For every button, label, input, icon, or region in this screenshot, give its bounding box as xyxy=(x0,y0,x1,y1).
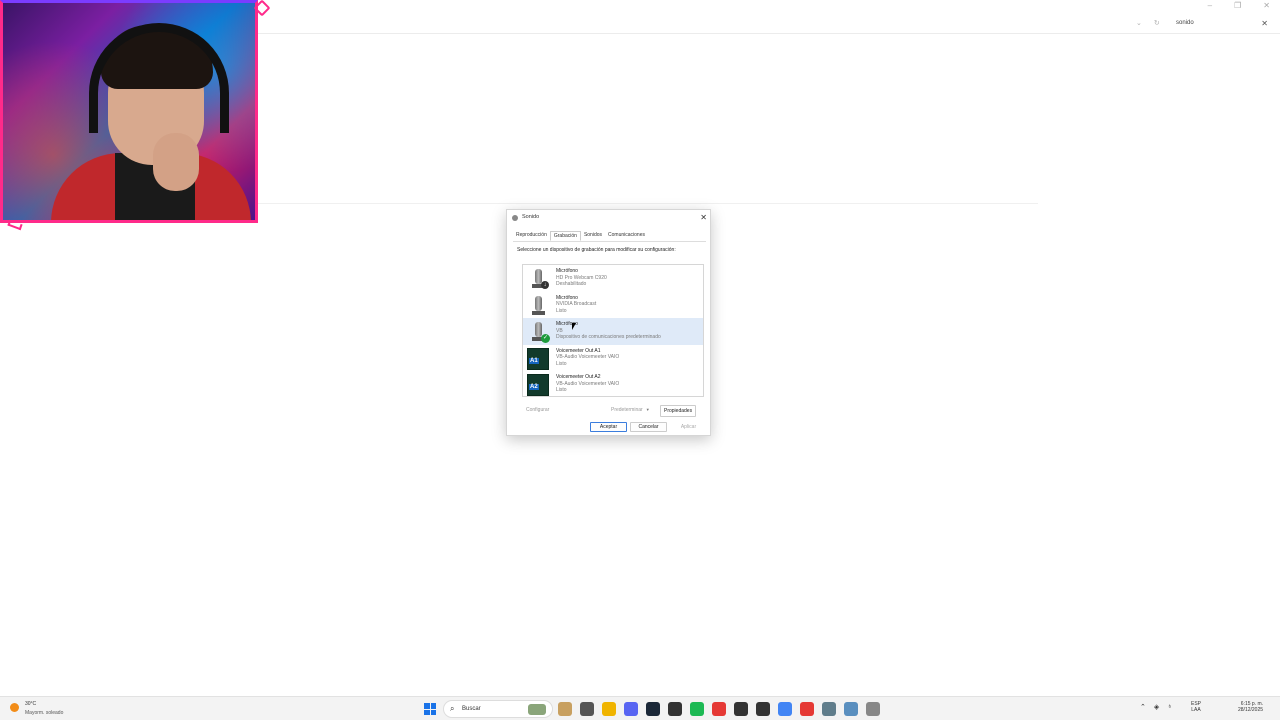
language-indicator[interactable]: ESP LAA xyxy=(1191,701,1201,713)
clock-date: 28/12/2025 xyxy=(1238,707,1264,713)
pinned-app-icon[interactable] xyxy=(602,702,616,716)
show-hidden-icons-icon[interactable]: ⌃ xyxy=(1140,703,1146,711)
ok-button[interactable]: Aceptar xyxy=(590,422,627,432)
device-status: Listo xyxy=(556,360,567,367)
set-default-label: Predeterminar xyxy=(611,407,643,413)
dialog-tabs: Reproducción Grabación Sonidos Comunicac… xyxy=(513,231,648,241)
pinned-apps xyxy=(558,702,880,716)
device-row-selected[interactable]: ✓ Micrófono VB Dispositivo de comunicaci… xyxy=(523,318,703,345)
taskbar: 30°C Mayorm. soleado ⌕ Buscar ⌃ ◈ ♁ ESP … xyxy=(0,696,1280,720)
dialog-close-button[interactable]: ✕ xyxy=(700,213,707,222)
device-status: Listo xyxy=(556,387,567,394)
maximize-button[interactable]: ❐ xyxy=(1234,1,1241,10)
properties-button[interactable]: Propiedades xyxy=(660,405,697,417)
device-row[interactable]: A2 Voicemeeter Out A2 VB-Audio Voicemeet… xyxy=(523,371,703,396)
device-description: NVIDIA Broadcast xyxy=(556,301,597,308)
divider xyxy=(258,203,1038,204)
device-status: Dispositivo de comunicaciones predetermi… xyxy=(556,334,661,341)
taskbar-search-box[interactable]: ⌕ Buscar xyxy=(443,700,553,718)
device-row[interactable]: A1 Voicemeeter Out A1 VB-Audio Voicemeet… xyxy=(523,345,703,372)
microphone-icon: ↓ xyxy=(527,268,549,290)
network-icon[interactable]: ◈ xyxy=(1154,703,1159,711)
tab-comunicaciones[interactable]: Comunicaciones xyxy=(605,231,648,241)
set-default-button[interactable]: Predeterminar ▼ xyxy=(608,405,653,415)
search-highlight-icon xyxy=(528,704,546,715)
device-status: Deshabilitado xyxy=(556,281,587,288)
pinned-app-icon[interactable] xyxy=(756,702,770,716)
taskbar-search-placeholder: Buscar xyxy=(462,706,481,712)
dialog-title-bar[interactable]: Sonido ✕ xyxy=(507,210,712,226)
minimize-button[interactable]: – xyxy=(1208,1,1212,10)
panel-buttons: Configurar Predeterminar ▼ Propiedades xyxy=(513,405,706,417)
clock[interactable]: 6:15 p. m. 28/12/2025 xyxy=(1238,701,1263,713)
device-status: Listo xyxy=(556,307,567,314)
device-name: Voicemeeter Out A2 xyxy=(556,374,601,380)
window-controls: – ❐ ✕ xyxy=(1208,1,1270,10)
desktop: – ❐ ✕ ⌄ ↻ sonido ✕ Sonido ✕ Reproducción… xyxy=(0,0,1280,720)
streamer-hand xyxy=(153,133,199,191)
apply-button[interactable]: Aplicar xyxy=(670,422,707,432)
device-name: Micrófono xyxy=(556,268,578,274)
pinned-app-icon[interactable] xyxy=(580,702,594,716)
instructions-text: Seleccione un dispositivo de grabación p… xyxy=(517,247,676,253)
sun-icon xyxy=(10,703,19,712)
history-dropdown-icon[interactable]: ⌄ xyxy=(1136,19,1142,27)
address-tools: ⌄ ↻ xyxy=(1136,19,1160,27)
weather-temperature: 30°C xyxy=(25,701,37,707)
microphone-icon xyxy=(527,295,549,317)
device-description: VB-Audio Voicemeeter VAIO xyxy=(556,354,620,361)
device-row[interactable]: Micrófono NVIDIA Broadcast Listo xyxy=(523,292,703,319)
microphone-tray-icon[interactable]: ♁ xyxy=(1167,703,1172,711)
pinned-app-icon[interactable] xyxy=(844,702,858,716)
disabled-badge-icon: ↓ xyxy=(541,281,549,289)
recording-panel: Seleccione un dispositivo de grabación p… xyxy=(513,241,706,417)
dropdown-arrow-icon[interactable]: ▼ xyxy=(646,407,650,412)
pinned-app-icon[interactable] xyxy=(668,702,682,716)
close-window-button[interactable]: ✕ xyxy=(1263,1,1270,10)
windows-start-icon[interactable] xyxy=(424,703,436,715)
device-description: VB-Audio Voicemeeter VAIO xyxy=(556,380,620,387)
explorer-search-input[interactable]: sonido ✕ xyxy=(1172,16,1272,32)
pinned-app-icon[interactable] xyxy=(712,702,726,716)
search-icon: ⌕ xyxy=(450,704,455,713)
pinned-app-icon[interactable] xyxy=(624,702,638,716)
refresh-icon[interactable]: ↻ xyxy=(1154,19,1160,27)
clear-search-icon[interactable]: ✕ xyxy=(1261,19,1268,28)
default-check-icon: ✓ xyxy=(541,334,550,343)
pinned-app-icon[interactable] xyxy=(734,702,748,716)
keyboard-layout: LAA xyxy=(1191,707,1201,713)
device-description: HD Pro Webcam C920 xyxy=(556,274,607,281)
device-name: Voicemeeter Out A1 xyxy=(556,347,601,354)
search-value: sonido xyxy=(1176,20,1194,26)
pinned-app-icon[interactable] xyxy=(690,702,704,716)
voicemeeter-icon: A2 xyxy=(527,374,549,396)
pinned-app-icon[interactable] xyxy=(646,702,660,716)
dialog-title: Sonido xyxy=(522,214,540,220)
cancel-button[interactable]: Cancelar xyxy=(630,422,667,432)
pinned-app-icon[interactable] xyxy=(558,702,572,716)
sound-dialog: Sonido ✕ Reproducción Grabación Sonidos … xyxy=(506,209,711,436)
webcam-overlay xyxy=(0,0,258,223)
pinned-app-icon[interactable] xyxy=(778,702,792,716)
system-tray: ⌃ ◈ ♁ xyxy=(1140,703,1173,711)
device-list: ↓ Micrófono HD Pro Webcam C920 Deshabili… xyxy=(522,264,704,397)
pinned-app-icon[interactable] xyxy=(800,702,814,716)
tab-reproduccion[interactable]: Reproducción xyxy=(513,231,550,241)
pinned-app-icon[interactable] xyxy=(822,702,836,716)
tab-grabacion[interactable]: Grabación xyxy=(549,231,581,241)
device-row[interactable]: ↓ Micrófono HD Pro Webcam C920 Deshabili… xyxy=(523,265,703,292)
weather-condition: Mayorm. soleado xyxy=(25,710,64,716)
mouse-cursor-icon xyxy=(572,323,576,330)
tab-sonidos[interactable]: Sonidos xyxy=(581,231,605,241)
speaker-icon xyxy=(512,215,518,221)
pinned-app-icon[interactable] xyxy=(866,702,880,716)
voicemeeter-icon: A1 xyxy=(527,347,549,370)
device-name: Micrófono xyxy=(556,294,578,301)
configure-button[interactable]: Configurar xyxy=(523,405,552,415)
microphone-icon: ✓ xyxy=(527,321,550,343)
dialog-footer: Aceptar Cancelar Aplicar xyxy=(507,422,712,434)
